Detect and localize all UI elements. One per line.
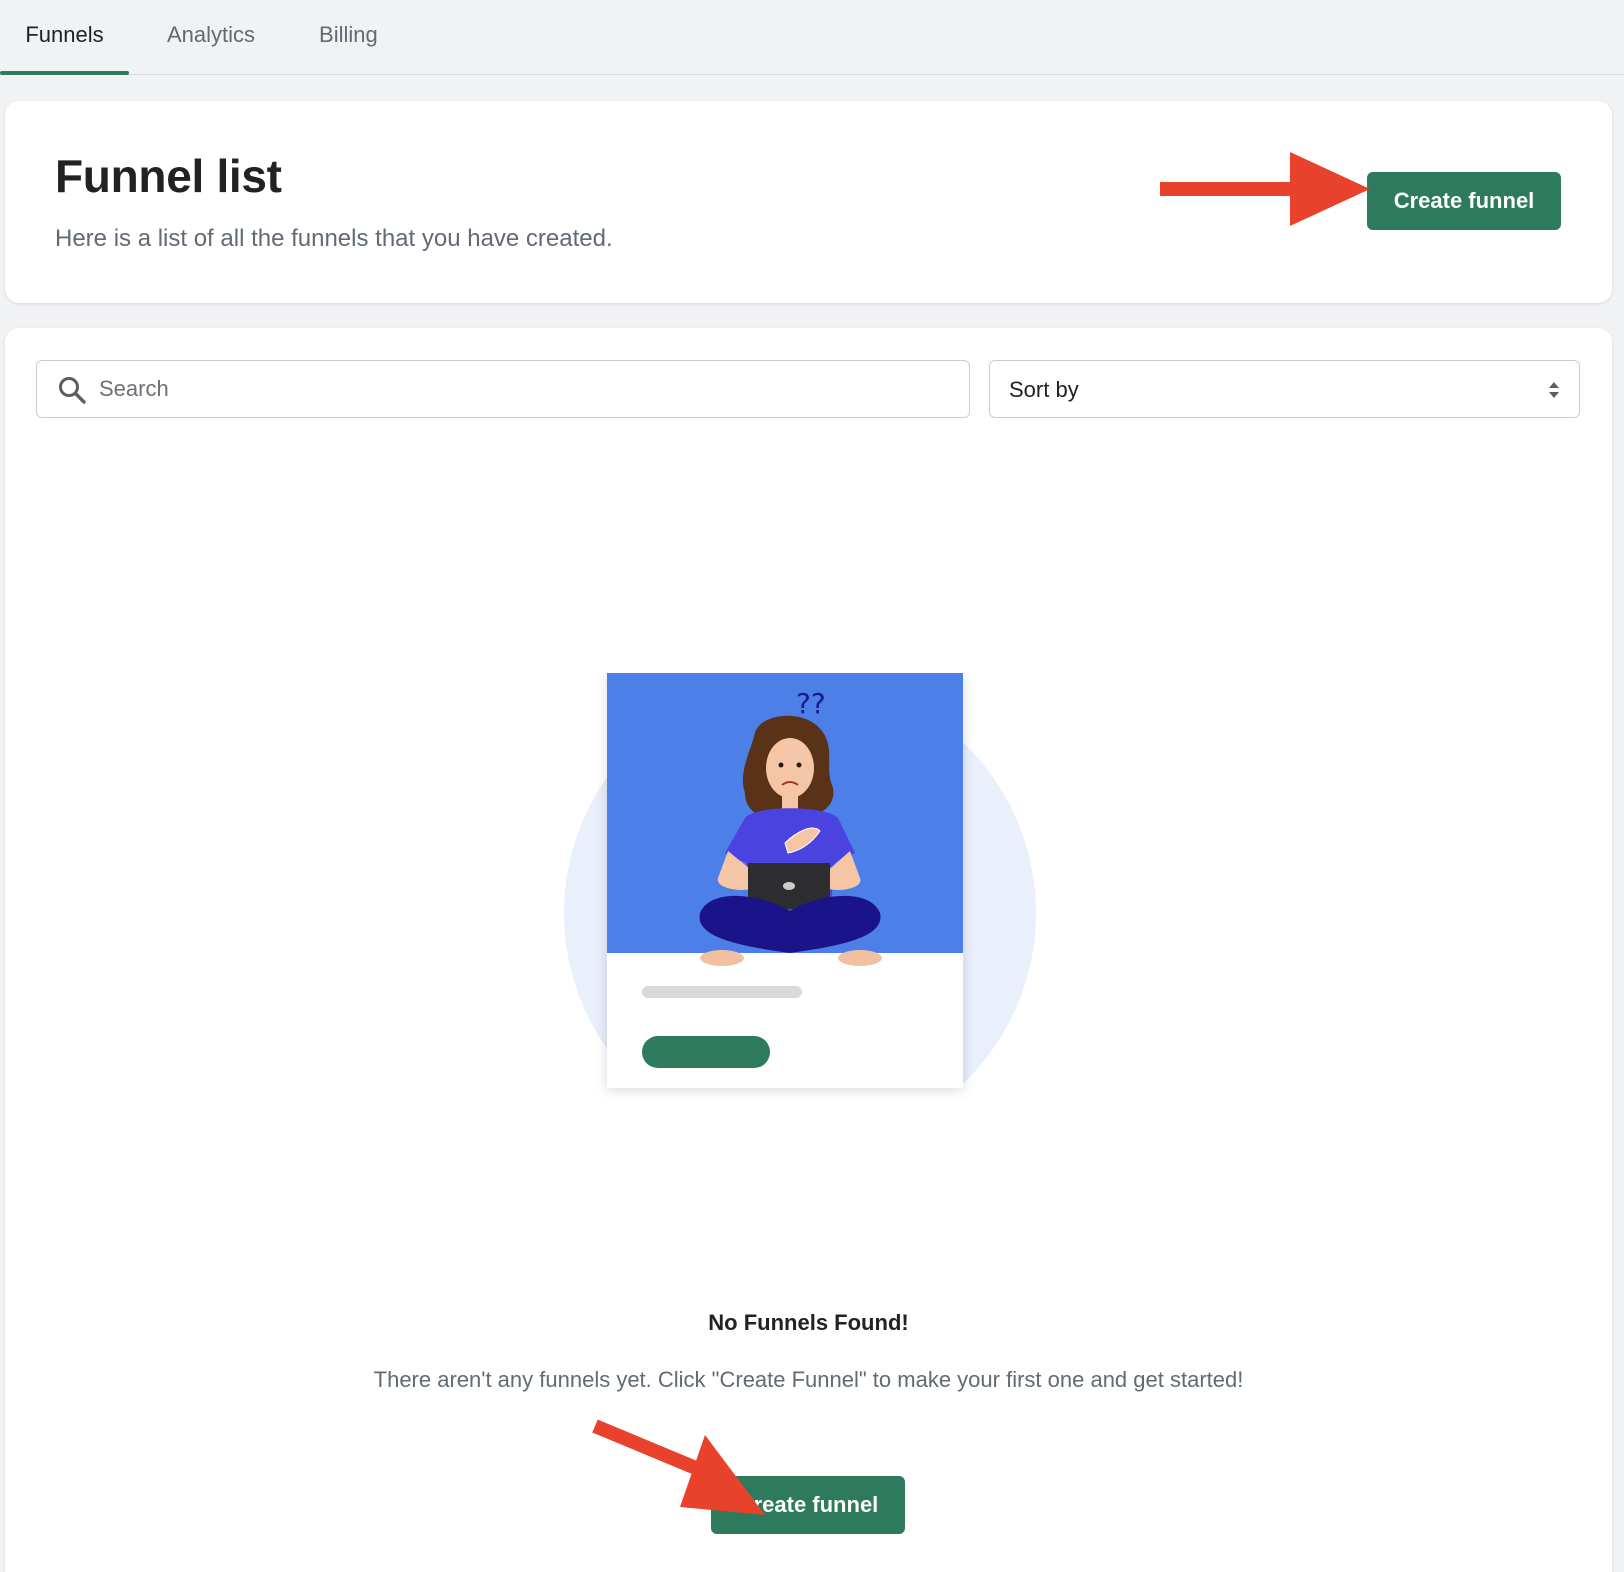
tab-billing[interactable]: Billing [297, 0, 400, 70]
empty-state-title: No Funnels Found! [708, 1310, 909, 1335]
sort-by-select[interactable]: Sort by [989, 360, 1580, 418]
sort-by-label: Sort by [1009, 377, 1079, 402]
annotation-arrow-icon [1160, 152, 1370, 226]
empty-state-text: There aren't any funnels yet. Click "Cre… [373, 1367, 1244, 1392]
page-title: Funnel list [55, 150, 282, 202]
empty-state-create-funnel-button[interactable]: Create funnel [711, 1476, 905, 1534]
tab-analytics[interactable]: Analytics [145, 0, 277, 70]
page-header-card: Funnel list Here is a list of all the fu… [5, 101, 1612, 303]
search-field[interactable] [36, 360, 970, 418]
search-input[interactable] [99, 361, 949, 417]
create-funnel-button[interactable]: Create funnel [1367, 172, 1561, 230]
tab-funnels[interactable]: Funnels [0, 0, 129, 75]
confused-person-laptop-illustration: ?? [564, 673, 1036, 1088]
svg-text:??: ?? [796, 687, 826, 720]
funnel-list-card: Sort by ?? [5, 328, 1612, 1572]
page-subtitle: Here is a list of all the funnels that y… [55, 225, 613, 252]
select-caret-icon [1549, 382, 1559, 398]
search-icon [59, 377, 86, 404]
tab-bar: Funnels Analytics Billing [0, 0, 1624, 75]
